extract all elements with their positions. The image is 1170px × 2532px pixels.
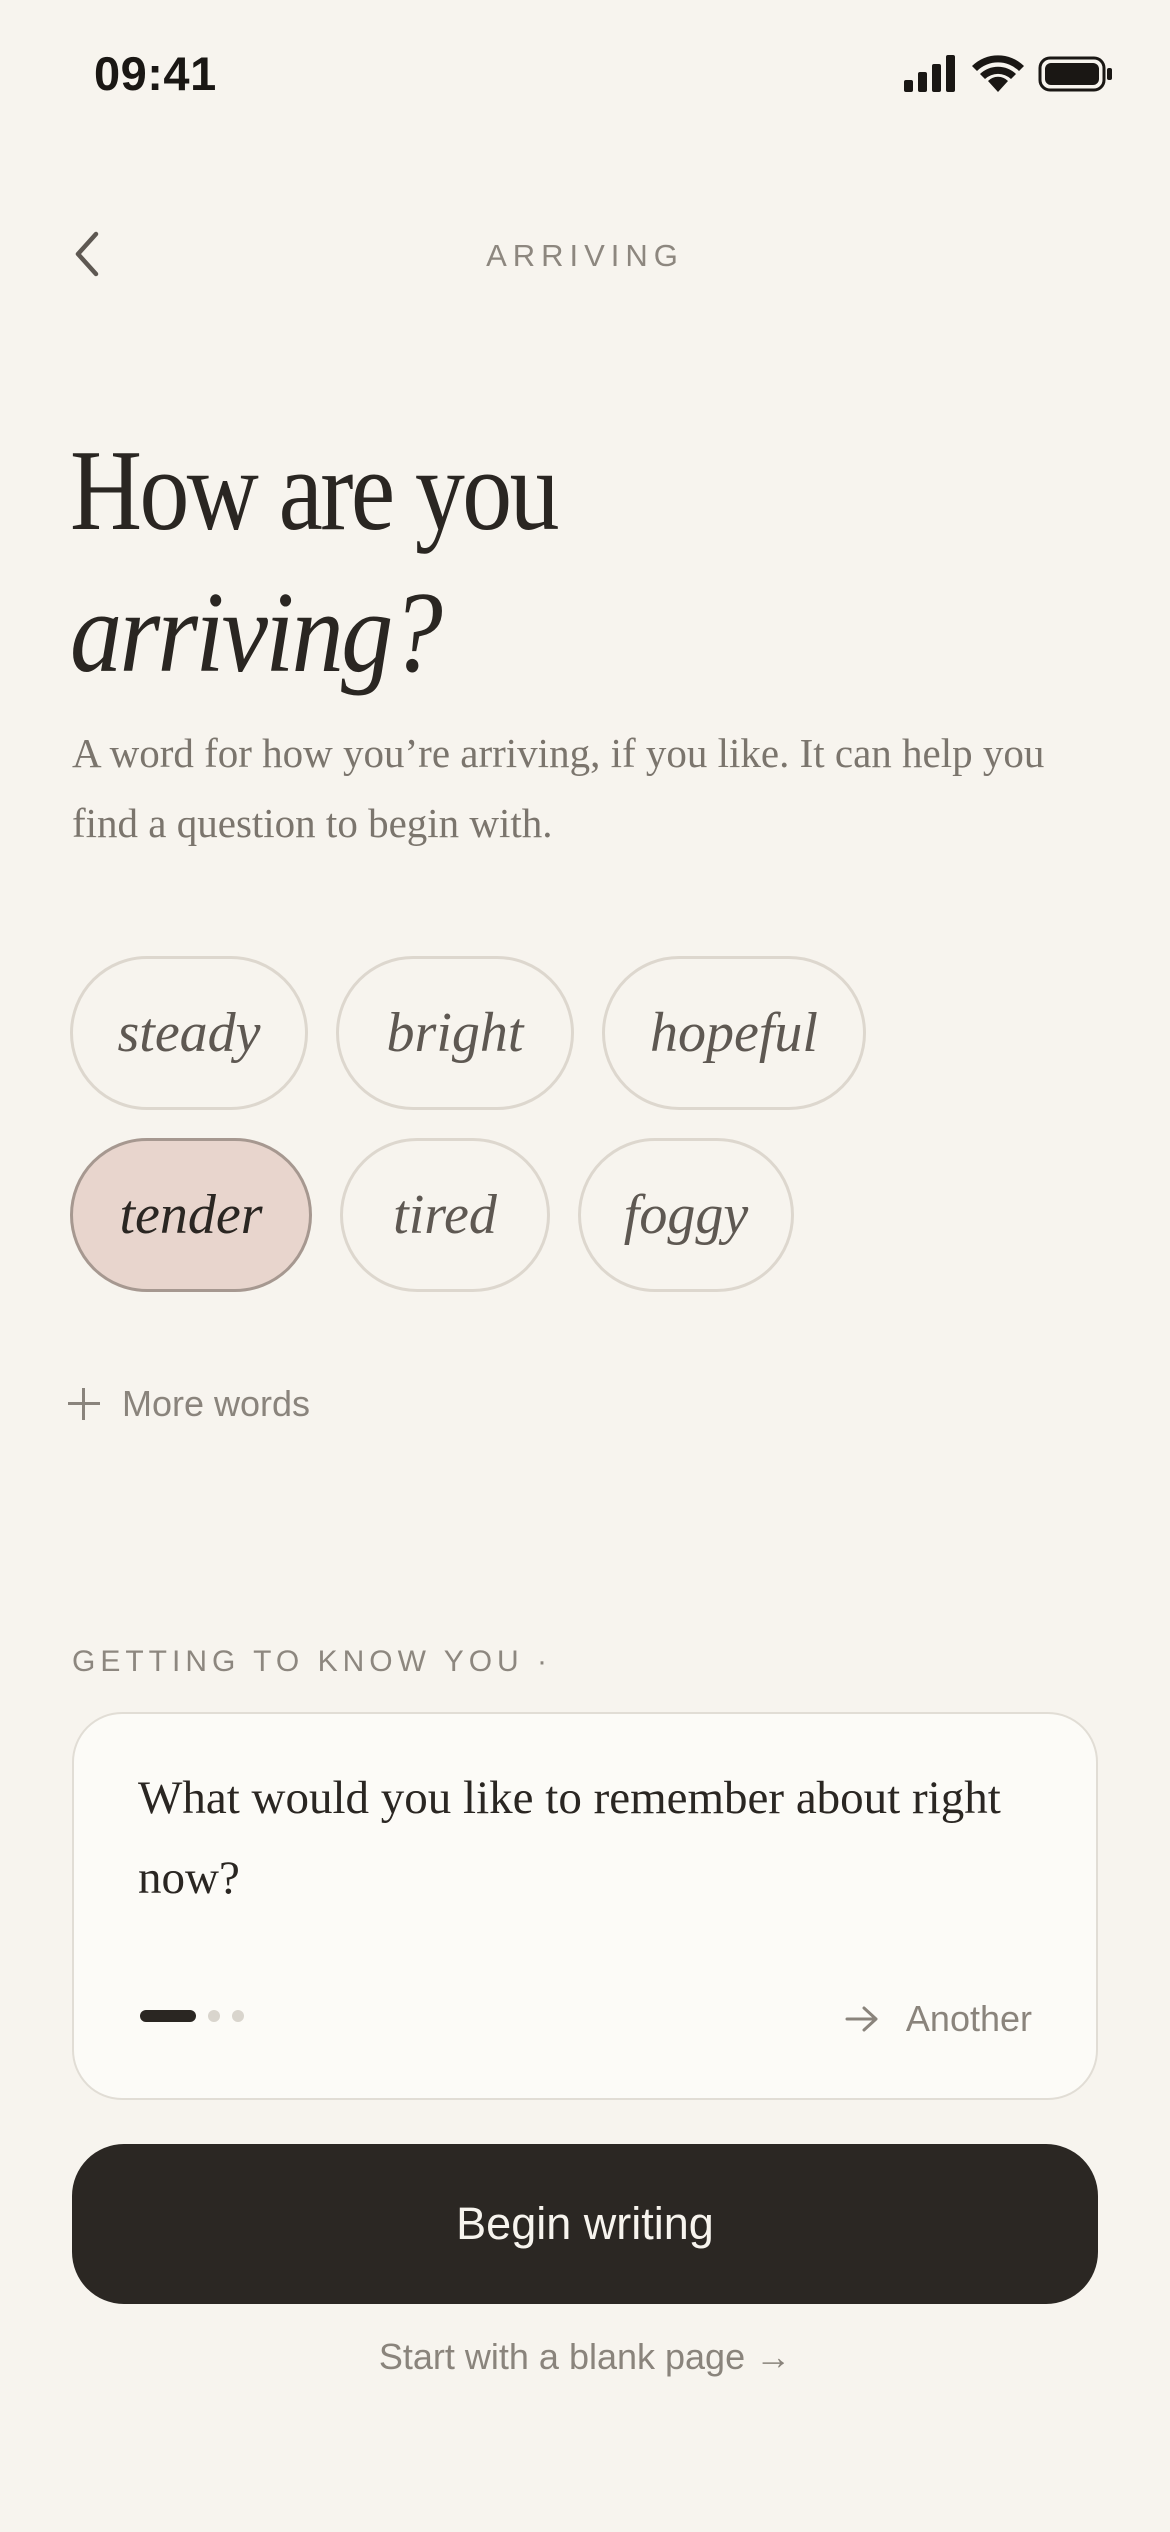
arrow-right-icon: [845, 2006, 878, 2032]
title-line-2: arriving?: [70, 569, 443, 697]
status-icons: [904, 50, 1114, 100]
pagination-dot: [232, 2010, 244, 2022]
prompt-card: What would you like to remember about ri…: [72, 1712, 1098, 2100]
mood-chip-foggy[interactable]: foggy: [578, 1138, 794, 1292]
another-prompt-button[interactable]: Another: [844, 1994, 1032, 2044]
nav-title: ARRIVING: [486, 238, 684, 273]
another-label: Another: [905, 1998, 1032, 2039]
prompt-question: What would you like to remember about ri…: [138, 1772, 1001, 1904]
title-line-1: How are you: [70, 427, 559, 555]
pagination-dot-active: [140, 2010, 196, 2022]
battery-icon: [1038, 56, 1112, 92]
mood-chip-tired[interactable]: tired: [340, 1138, 550, 1292]
status-time: 09:41: [94, 47, 217, 100]
mood-chip-hopeful[interactable]: hopeful: [602, 956, 866, 1110]
mood-row-1: steady bright hopeful: [70, 956, 1100, 1110]
mood-chip-bright[interactable]: bright: [336, 956, 574, 1110]
plus-icon: [68, 1388, 100, 1420]
pagination-dot: [208, 2010, 220, 2022]
subtitle: A word for how you’re arriving, if you l…: [72, 730, 1045, 846]
wifi-icon: [972, 55, 1024, 92]
cellular-signal-icon: [904, 55, 955, 92]
mood-chip-tender[interactable]: tender: [70, 1138, 312, 1292]
more-words-label: More words: [122, 1383, 311, 1424]
mood-chips: steady bright hopeful tender tired foggy: [70, 956, 1100, 1320]
blank-page-link[interactable]: Start with a blank page →: [0, 2332, 1170, 2382]
mood-chip-steady[interactable]: steady: [70, 956, 308, 1110]
begin-writing-button[interactable]: Begin writing: [72, 2144, 1098, 2304]
more-words-button[interactable]: More words: [68, 1374, 310, 1434]
prompt-pagination: [140, 2010, 244, 2022]
section-label: GETTING TO KNOW YOU ·: [72, 1645, 553, 1678]
page-title: How are you arriving?: [70, 420, 1100, 704]
mood-row-2: tender tired foggy: [70, 1138, 1100, 1292]
